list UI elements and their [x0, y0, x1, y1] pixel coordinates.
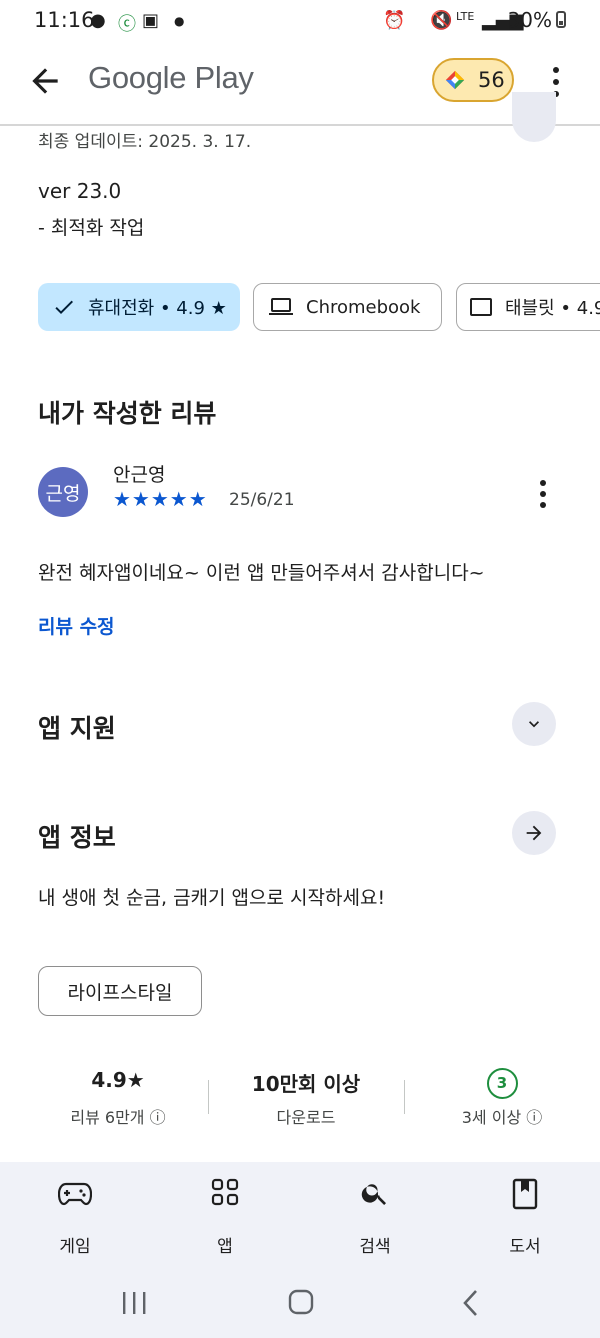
- review-author: 안근영: [113, 464, 166, 486]
- review-text: 완전 혜자앱이네요~ 이런 앱 만들어주셔서 감사합니다~: [38, 562, 485, 584]
- play-points-icon: [445, 70, 465, 90]
- downloads-label: 다운로드: [276, 1108, 336, 1127]
- chevron-down-icon: [529, 721, 539, 728]
- stat-divider: [208, 1080, 209, 1114]
- notification-image-icon: ▣: [142, 10, 160, 31]
- apps-grid-icon: [211, 1178, 239, 1206]
- review-stars: ★★★★★: [113, 487, 208, 511]
- nav-apps-label: 앱: [217, 1237, 233, 1257]
- chip-phone-label: 휴대전화 • 4.9 ★: [88, 298, 227, 319]
- app-info-arrow-button[interactable]: [512, 811, 556, 855]
- app-bar: Google Play 56: [0, 40, 600, 126]
- gamepad-icon: [58, 1182, 92, 1206]
- downloads-stat: 10만회 이상 다운로드: [216, 1068, 396, 1128]
- category-label: 라이프스타일: [67, 981, 173, 1004]
- chip-chromebook-label: Chromebook: [306, 296, 421, 318]
- book-icon: [512, 1178, 538, 1210]
- battery-icon: [556, 11, 566, 28]
- recent-apps-icon[interactable]: [120, 1290, 148, 1316]
- laptop-icon: [269, 298, 293, 315]
- app-info-heading: 앱 정보: [38, 823, 116, 852]
- age-rating-badge: 3: [486, 1068, 518, 1099]
- chip-chromebook[interactable]: Chromebook: [253, 283, 442, 331]
- notification-c-icon: ⓒ: [118, 14, 136, 35]
- stat-divider: [404, 1080, 405, 1114]
- status-bar: 11:16 ● ⓒ ▣ ● ⏰ 🔇 LTE ▂▄▆ 30%: [0, 0, 600, 40]
- update-notes: - 최적화 작업: [38, 217, 145, 239]
- nav-games[interactable]: 게임: [15, 1162, 135, 1257]
- system-back-icon[interactable]: [460, 1288, 482, 1318]
- downloads-value: 10만회 이상: [251, 1072, 361, 1096]
- points-count: 56: [478, 68, 505, 92]
- chip-phone[interactable]: 휴대전화 • 4.9 ★: [38, 283, 240, 331]
- app-description: 내 생애 첫 순금, 금캐기 앱으로 시작하세요!: [38, 887, 386, 909]
- play-points-badge[interactable]: 56: [432, 58, 514, 102]
- notification-app-icon: ●: [90, 10, 106, 31]
- rating-value: 4.9★: [91, 1068, 145, 1092]
- back-arrow-icon[interactable]: [26, 62, 64, 100]
- chip-tablet-label: 태블릿 • 4.9: [505, 298, 600, 319]
- avatar-text: 근영: [45, 482, 81, 505]
- chip-tablet[interactable]: 태블릿 • 4.9: [456, 283, 600, 331]
- age-rating-stat: 3 3세 이상 ⓘ: [412, 1068, 592, 1128]
- review-date: 25/6/21: [229, 490, 295, 510]
- tablet-icon: [470, 298, 492, 316]
- check-icon: [55, 300, 73, 314]
- app-support-heading: 앱 지원: [38, 714, 116, 743]
- last-updated: 최종 업데이트: 2025. 3. 17.: [38, 132, 252, 152]
- nav-books-label: 도서: [509, 1237, 541, 1257]
- age-rating-label: 3세 이상 ⓘ: [461, 1108, 543, 1127]
- category-chip[interactable]: 라이프스타일: [38, 966, 202, 1016]
- mute-icon: 🔇: [430, 10, 453, 31]
- bottom-navigation: 게임 앱 검색 도서: [0, 1162, 600, 1268]
- system-navigation-bar: [0, 1268, 600, 1338]
- arrow-right-icon: [526, 825, 542, 841]
- nav-apps[interactable]: 앱: [165, 1162, 285, 1257]
- nav-books[interactable]: 도서: [465, 1162, 585, 1257]
- whats-new-arrow-button[interactable]: [512, 92, 556, 142]
- nav-games-label: 게임: [59, 1237, 91, 1257]
- nav-search[interactable]: 검색: [315, 1162, 435, 1257]
- more-notifications-icon: ●: [174, 14, 185, 28]
- app-support-expand-button[interactable]: [512, 702, 556, 746]
- lte-indicator: LTE: [456, 10, 475, 23]
- status-time: 11:16: [34, 8, 95, 32]
- avatar: 근영: [38, 467, 88, 517]
- page-title: Google Play: [88, 60, 254, 95]
- rating-stat: 4.9★ 리뷰 6만개 ⓘ: [28, 1068, 208, 1128]
- review-more-icon[interactable]: [533, 478, 553, 510]
- version-text: ver 23.0: [38, 179, 122, 203]
- battery-percent: 30%: [507, 8, 552, 32]
- alarm-icon: ⏰: [383, 10, 406, 31]
- edit-review-link[interactable]: 리뷰 수정: [38, 612, 115, 639]
- my-review-heading: 내가 작성한 리뷰: [38, 399, 217, 428]
- reviews-count: 리뷰 6만개 ⓘ: [70, 1108, 166, 1127]
- home-icon[interactable]: [287, 1288, 315, 1316]
- search-icon: [361, 1184, 386, 1205]
- nav-search-label: 검색: [359, 1237, 391, 1257]
